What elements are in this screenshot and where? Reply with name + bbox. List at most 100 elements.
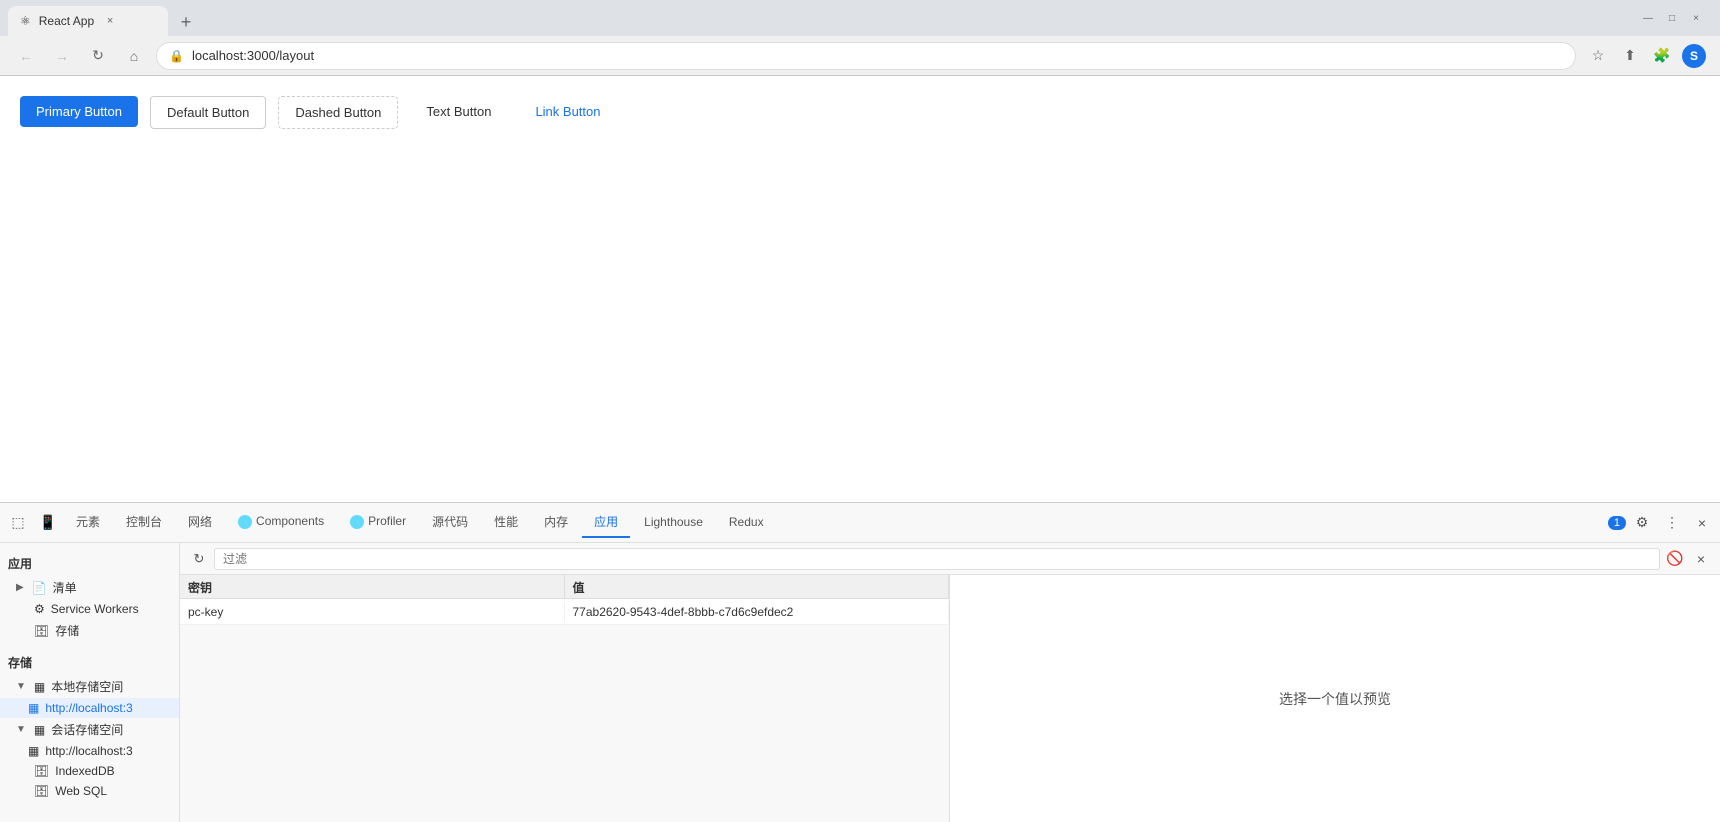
tab-source[interactable]: 源代码 [420, 507, 480, 538]
forward-button[interactable]: → [48, 42, 76, 70]
minimize-button[interactable]: — [1640, 10, 1656, 26]
tab-console[interactable]: 控制台 [114, 507, 174, 538]
tab-favicon: ⚛ [20, 14, 31, 28]
share-button[interactable]: ⬆ [1616, 42, 1644, 70]
tab-network[interactable]: 网络 [176, 507, 224, 538]
sidebar-section-storage: 存储 [0, 650, 179, 675]
browser-tab-active[interactable]: ⚛ React App × [8, 6, 168, 36]
panel-refresh-button[interactable]: ↻ [188, 548, 210, 570]
url-bar[interactable]: 🔒 localhost:3000/layout [156, 42, 1576, 70]
dashed-button[interactable]: Dashed Button [278, 96, 398, 129]
sidebar-item-web-sql[interactable]: 🗄 Web SQL [0, 781, 179, 801]
table-row[interactable]: pc-key 77ab2620-9543-4def-8bbb-c7d6c9efd… [180, 599, 949, 625]
panel-toolbar: ↻ 🚫 × [180, 543, 1720, 575]
manifest-icon: 📄 [32, 581, 47, 595]
text-button[interactable]: Text Button [410, 96, 507, 127]
extensions-button[interactable]: 🧩 [1648, 42, 1676, 70]
filter-input[interactable] [214, 548, 1660, 570]
tab-memory[interactable]: 内存 [532, 507, 580, 538]
tab-memory-label: 内存 [544, 515, 568, 529]
tab-profiler[interactable]: Profiler [338, 508, 418, 537]
table-header-value: 值 [565, 575, 950, 598]
devtools-body: 应用 ▶ 📄 清单 ⚙ Service Workers 🗄 存储 [0, 543, 1720, 822]
devtools-toolbar: ⬚ 📱 元素 控制台 网络 Components Profiler [0, 503, 1720, 543]
profile-icon[interactable]: S [1680, 42, 1708, 70]
main-area: Primary Button Default Button Dashed But… [0, 76, 1720, 822]
session-storage-localhost-label: http://localhost:3 [45, 744, 132, 758]
toolbar-right: ☆ ⬆ 🧩 S [1584, 42, 1708, 70]
local-storage-expand-icon: ▼ [16, 681, 26, 692]
tab-components-label: Components [256, 514, 324, 528]
url-text: localhost:3000/layout [192, 48, 1563, 63]
sidebar-item-manifest[interactable]: ▶ 📄 清单 [0, 576, 179, 599]
devtools-main-panel: ↻ 🚫 × 密钥 值 pc-key [180, 543, 1720, 822]
devtools-device-button[interactable]: 📱 [34, 509, 62, 537]
local-storage-localhost-icon: ▦ [28, 701, 39, 715]
title-bar: ⚛ React App × + — □ × [0, 0, 1720, 36]
table-header-key: 密钥 [180, 575, 565, 598]
preview-text: 选择一个值以预览 [1279, 689, 1391, 709]
profiler-icon [350, 515, 364, 529]
sidebar-item-service-workers[interactable]: ⚙ Service Workers [0, 599, 179, 619]
new-tab-button[interactable]: + [172, 8, 200, 36]
back-button[interactable]: ← [12, 42, 40, 70]
table-header: 密钥 值 [180, 575, 949, 599]
devtools-inspect-button[interactable]: ⬚ [4, 509, 32, 537]
address-bar: ← → ↻ ⌂ 🔒 localhost:3000/layout ☆ ⬆ 🧩 S [0, 36, 1720, 76]
tab-bar: ⚛ React App × + [8, 0, 200, 36]
panel-close-filter-button[interactable]: × [1690, 548, 1712, 570]
user-avatar[interactable]: S [1682, 44, 1706, 68]
sidebar-item-session-storage-localhost[interactable]: ▦ http://localhost:3 [0, 741, 179, 761]
session-storage-icon: ▦ [34, 723, 45, 737]
local-storage-localhost-label: http://localhost:3 [45, 701, 132, 715]
tab-components[interactable]: Components [226, 508, 336, 537]
primary-button[interactable]: Primary Button [20, 96, 138, 127]
devtools-right-controls: 1 ⚙ ⋮ × [1608, 509, 1716, 537]
sidebar-item-storage-app[interactable]: 🗄 存储 [0, 619, 179, 642]
tab-performance-label: 性能 [494, 515, 518, 529]
sidebar-item-local-storage-localhost[interactable]: ▦ http://localhost:3 [0, 698, 179, 718]
tab-elements-label: 元素 [76, 515, 100, 529]
tab-lighthouse-label: Lighthouse [644, 515, 703, 529]
session-storage-label: 会话存储空间 [51, 721, 123, 738]
security-icon: 🔒 [169, 49, 184, 63]
tab-elements[interactable]: 元素 [64, 507, 112, 538]
panel-clear-button[interactable]: 🚫 [1664, 548, 1686, 570]
tab-performance[interactable]: 性能 [482, 507, 530, 538]
close-window-button[interactable]: × [1688, 10, 1704, 26]
indexeddb-icon: 🗄 [34, 764, 49, 778]
web-sql-icon: 🗄 [34, 784, 49, 798]
tab-application[interactable]: 应用 [582, 507, 630, 538]
tab-application-label: 应用 [594, 515, 618, 529]
page-content: Primary Button Default Button Dashed But… [0, 76, 1720, 502]
components-icon [238, 515, 252, 529]
tab-lighthouse[interactable]: Lighthouse [632, 509, 715, 537]
devtools-close-button[interactable]: × [1688, 509, 1716, 537]
sidebar-item-local-storage[interactable]: ▼ ▦ 本地存储空间 [0, 675, 179, 698]
reload-button[interactable]: ↻ [84, 42, 112, 70]
sidebar-item-session-storage[interactable]: ▼ ▦ 会话存储空间 [0, 718, 179, 741]
tab-close-button[interactable]: × [102, 13, 118, 29]
table-cell-key: pc-key [180, 601, 565, 623]
tab-redux-label: Redux [729, 515, 764, 529]
local-storage-label: 本地存储空间 [51, 678, 123, 695]
home-button[interactable]: ⌂ [120, 42, 148, 70]
session-storage-localhost-icon: ▦ [28, 744, 39, 758]
maximize-button[interactable]: □ [1664, 10, 1680, 26]
devtools-more-button[interactable]: ⋮ [1658, 509, 1686, 537]
indexeddb-label: IndexedDB [55, 764, 114, 778]
default-button[interactable]: Default Button [150, 96, 266, 129]
tab-redux[interactable]: Redux [717, 509, 776, 537]
sidebar-spacer [0, 642, 179, 650]
tab-console-label: 控制台 [126, 515, 162, 529]
storage-icon: 🗄 [34, 624, 49, 638]
web-sql-label: Web SQL [55, 784, 107, 798]
tab-network-label: 网络 [188, 515, 212, 529]
sidebar-item-indexeddb[interactable]: 🗄 IndexedDB [0, 761, 179, 781]
bookmark-button[interactable]: ☆ [1584, 42, 1612, 70]
sw-icon: ⚙ [34, 602, 45, 616]
manifest-label: 清单 [53, 579, 77, 596]
devtools-settings-button[interactable]: ⚙ [1628, 509, 1656, 537]
local-storage-icon: ▦ [34, 680, 45, 694]
link-button[interactable]: Link Button [519, 96, 616, 127]
